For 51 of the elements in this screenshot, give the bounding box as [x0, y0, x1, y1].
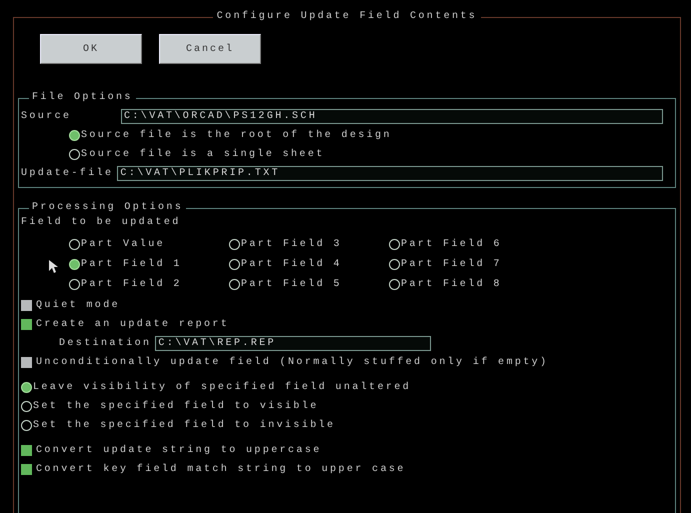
- option-label: Part Field 7: [401, 258, 502, 270]
- radio-button[interactable]: [389, 238, 400, 250]
- path-field[interactable]: C:\VAT\ORCAD\PS12GH.SCH: [121, 109, 663, 124]
- option-label: Source file is a single sheet: [81, 149, 325, 160]
- dialog-title: Configure Update Field Contents: [212, 11, 482, 22]
- option-label: Part Field 3: [241, 238, 342, 250]
- radio-button[interactable]: [389, 258, 400, 270]
- radio-button[interactable]: [69, 258, 80, 270]
- field-label: Field to be updated: [21, 217, 182, 228]
- ok-button[interactable]: OK: [40, 34, 142, 64]
- option-label: Convert key field match string to upper case: [36, 464, 406, 475]
- group-title: Processing Options: [29, 202, 186, 213]
- path-field[interactable]: C:\VAT\PLIKPRIP.TXT: [117, 166, 663, 181]
- option-label: Set the specified field to invisible: [33, 420, 336, 431]
- option-label: Part Field 6: [401, 238, 502, 250]
- option-label: Create an update report: [36, 319, 230, 330]
- radio-button[interactable]: [69, 238, 80, 250]
- field-label: Source: [21, 111, 72, 122]
- radio-button[interactable]: [69, 278, 80, 290]
- option-label: Part Field 8: [401, 278, 502, 290]
- path-field[interactable]: C:\VAT\REP.REP: [155, 336, 432, 351]
- radio-button[interactable]: [389, 278, 400, 290]
- checkbox[interactable]: [21, 300, 32, 311]
- option-label: Quiet mode: [36, 300, 120, 311]
- radio-button[interactable]: [21, 382, 32, 393]
- mouse-pointer-icon: [49, 260, 58, 273]
- cancel-button[interactable]: Cancel: [159, 34, 261, 64]
- radio-button[interactable]: [21, 420, 32, 431]
- option-label: Part Field 2: [81, 278, 182, 290]
- radio-button[interactable]: [69, 130, 80, 141]
- radio-button[interactable]: [229, 258, 240, 270]
- radio-button[interactable]: [21, 401, 32, 412]
- checkbox[interactable]: [21, 445, 32, 456]
- radio-button[interactable]: [229, 278, 240, 290]
- group-title: File Options: [29, 92, 136, 103]
- option-label: Source file is the root of the design: [81, 130, 392, 141]
- option-label: Part Value: [81, 238, 166, 250]
- field-label: Destination: [59, 338, 152, 349]
- checkbox[interactable]: [21, 319, 32, 330]
- radio-button[interactable]: [229, 238, 240, 250]
- option-label: Part Field 1: [81, 258, 182, 270]
- field-label: Update-file: [21, 168, 114, 179]
- option-label: Unconditionally update field (Normally stuffed only if empty): [36, 357, 548, 368]
- option-label: Part Field 5: [241, 278, 342, 290]
- option-label: Convert update string to uppercase: [36, 445, 322, 456]
- option-label: Leave visibility of specified field unaltered: [33, 382, 412, 393]
- checkbox[interactable]: [21, 357, 32, 368]
- option-label: Part Field 4: [241, 258, 342, 270]
- checkbox[interactable]: [21, 464, 32, 475]
- radio-button[interactable]: [69, 149, 80, 160]
- option-label: Set the specified field to visible: [33, 401, 319, 412]
